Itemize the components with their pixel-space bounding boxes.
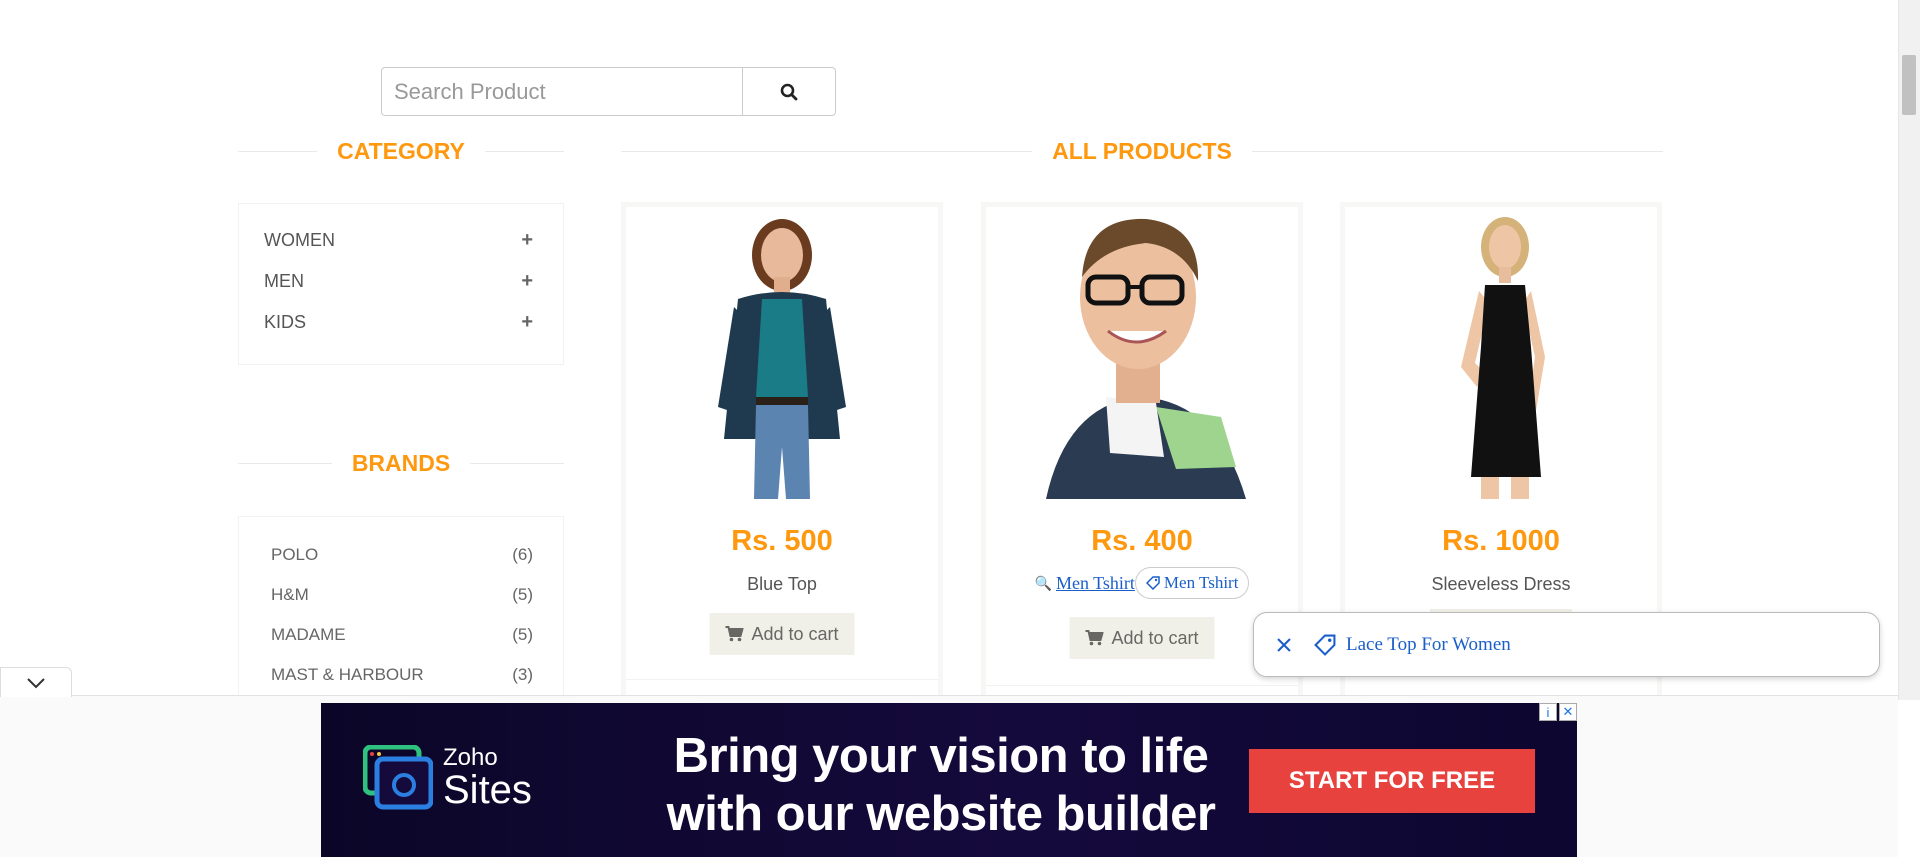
shopping-cart-icon <box>725 626 744 642</box>
ad-headline: Bring your vision to life with our websi… <box>621 727 1261 843</box>
product-price: Rs. 1000 <box>1442 525 1560 557</box>
brand-name: MAST & HARBOUR <box>271 665 424 684</box>
brand-count: (3) <box>512 665 533 684</box>
brands-heading: BRANDS <box>238 450 565 477</box>
product-price: Rs. 500 <box>731 525 833 557</box>
tag-icon <box>1145 576 1160 590</box>
visual-search-result-label: Lace Top For Women <box>1346 633 1511 655</box>
chevron-down-icon <box>27 677 45 688</box>
visual-search-popup: Lace Top For Women <box>1253 612 1880 677</box>
ad-brand-logo: Zoho Sites <box>363 745 532 811</box>
visual-search-result[interactable]: Lace Top For Women <box>1314 634 1511 656</box>
category-item-label: WOMEN <box>264 230 335 250</box>
brand-count: (5) <box>512 585 533 604</box>
plus-icon[interactable]: + <box>521 311 533 334</box>
ad-controls: i ✕ <box>1539 703 1577 721</box>
brand-item-mast-harbour[interactable]: MAST & HARBOUR (3) <box>239 655 563 695</box>
brand-name: POLO <box>271 545 319 564</box>
product-name-row: 🔍 Men Tshirt Men Tshirt <box>986 567 1298 599</box>
add-to-cart-button[interactable]: Add to cart <box>1069 617 1215 659</box>
brands-title: BRANDS <box>351 450 451 476</box>
brand-item-hm[interactable]: H&M (5) <box>239 575 563 615</box>
card-divider <box>986 685 1298 686</box>
brand-count: (6) <box>512 545 533 564</box>
add-to-cart-label: Add to cart <box>751 623 839 644</box>
product-name-link[interactable]: Men Tshirt <box>1056 573 1135 594</box>
category-heading: CATEGORY <box>238 138 564 165</box>
product-image-man-tshirt[interactable] <box>986 207 1298 499</box>
category-item-kids[interactable]: KIDS + <box>239 302 563 343</box>
category-item-women[interactable]: WOMEN + <box>239 220 563 261</box>
search-icon <box>780 83 798 100</box>
category-item-men[interactable]: MEN + <box>239 261 563 302</box>
brand-name: MADAME <box>271 625 346 644</box>
search-input[interactable] <box>381 67 743 116</box>
page-scrollbar[interactable] <box>1898 0 1920 700</box>
visual-search-chip-label: Men Tshirt <box>1163 573 1239 592</box>
product-image-sleeveless-dress[interactable] <box>1345 207 1657 499</box>
category-item-label: KIDS <box>264 312 307 332</box>
brands-panel: POLO (6) H&M (5) MADAME (5) MAST & HARBO… <box>238 516 564 696</box>
ad-brand-line1: Zoho <box>443 744 498 771</box>
close-icon[interactable] <box>1276 637 1292 653</box>
category-title: CATEGORY <box>337 138 465 164</box>
product-name: Blue Top <box>747 574 817 594</box>
tag-icon <box>1314 634 1336 656</box>
brand-name: H&M <box>271 585 309 604</box>
zoho-sites-icon <box>363 745 433 810</box>
all-products-title: ALL PRODUCTS <box>1052 138 1232 164</box>
ad-collapse-button[interactable] <box>0 667 72 697</box>
card-divider <box>626 679 938 680</box>
brand-item-madame[interactable]: MADAME (5) <box>239 615 563 655</box>
ad-brand-line2: Sites <box>443 768 532 812</box>
ad-close-icon[interactable]: ✕ <box>1559 703 1577 721</box>
search-icon: 🔍 <box>1034 574 1052 591</box>
add-to-cart-label: Add to cart <box>1111 627 1199 648</box>
search-button[interactable] <box>742 67 836 116</box>
category-panel: WOMEN + MEN + KIDS + <box>238 203 564 365</box>
add-to-cart-button[interactable]: Add to cart <box>709 613 855 655</box>
ad-cta-button[interactable]: START FOR FREE <box>1249 749 1535 813</box>
brand-item-polo[interactable]: POLO (6) <box>239 535 563 575</box>
ad-info-icon[interactable]: i <box>1539 703 1557 721</box>
visual-search-chip[interactable]: Men Tshirt <box>1134 567 1250 599</box>
plus-icon[interactable]: + <box>521 270 533 293</box>
brand-count: (5) <box>512 625 533 644</box>
scrollbar-thumb[interactable] <box>1902 55 1916 115</box>
all-products-heading: ALL PRODUCTS <box>621 138 1663 165</box>
plus-icon[interactable]: + <box>521 229 533 252</box>
product-image-woman-blue-top[interactable] <box>626 207 938 499</box>
product-card: Rs. 500 Blue Top Add to cart <box>621 202 943 702</box>
product-price: Rs. 400 <box>1091 525 1193 557</box>
search-bar <box>381 67 836 116</box>
advertisement-banner[interactable]: i ✕ Zoho Sites Bring your vision to life… <box>321 703 1577 857</box>
shopping-cart-icon <box>1085 630 1104 646</box>
product-name: Sleeveless Dress <box>1431 574 1571 594</box>
category-item-label: MEN <box>264 271 304 291</box>
ad-headline-line2: with our website builder <box>666 787 1216 841</box>
ad-headline-line1: Bring your vision to life <box>673 729 1209 783</box>
